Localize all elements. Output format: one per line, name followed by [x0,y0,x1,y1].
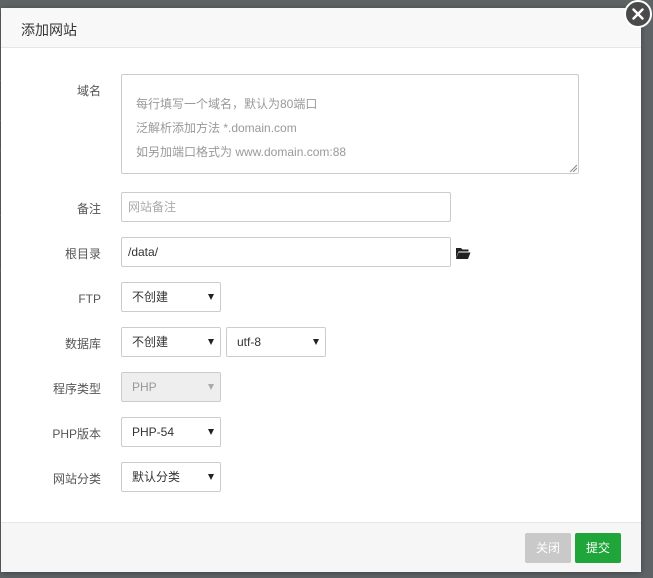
domain-placeholder-line-2: 泛解析添加方法 *.domain.com [136,121,297,135]
domain-placeholder-line-3: 如另加端口格式为 www.domain.com:88 [136,145,347,159]
caret-down-icon [208,429,214,435]
dialog-title: 添加网站 [21,22,77,38]
root-dir-input[interactable]: /data/ [121,237,451,267]
close-icon [632,8,644,20]
caret-down-icon [208,339,214,345]
folder-open-icon[interactable] [455,246,471,260]
database-select-value: 不创建 [132,335,169,349]
php-version-select-value: PHP-54 [132,425,175,439]
ftp-label: FTP [78,292,101,306]
database-label: 数据库 [64,337,101,351]
caret-down-icon [313,339,319,345]
domain-placeholder-line-1: 每行填写一个域名，默认为80端口 [136,97,318,111]
php-version-label: PHP版本 [52,427,101,441]
submit-button[interactable]: 提交 [575,533,621,563]
caret-down-icon [208,384,214,390]
ftp-select[interactable]: 不创建 [121,282,221,312]
site-category-select-value: 默认分类 [132,470,181,484]
ftp-select-value: 不创建 [132,290,169,304]
database-select[interactable]: 不创建 [121,327,221,357]
add-site-dialog: 添加网站 域名 每行填写一个域名，默认为80端口 泛解析添加方法 *.domai… [1,8,641,572]
program-type-select: PHP [121,372,221,402]
domain-textarea[interactable]: 每行填写一个域名，默认为80端口 泛解析添加方法 *.domain.com 如另… [121,74,579,174]
caret-down-icon [208,474,214,480]
dialog-header: 添加网站 [1,8,641,48]
dialog-footer: 关闭 提交 [1,522,641,572]
close-dialog-button[interactable] [624,0,652,28]
resize-handle-icon[interactable] [569,164,577,172]
root-dir-label: 根目录 [64,247,101,261]
remark-input[interactable]: 网站备注 [121,192,451,222]
charset-select[interactable]: utf-8 [226,327,326,357]
site-category-select[interactable]: 默认分类 [121,462,221,492]
program-type-select-value: PHP [132,380,157,394]
program-type-label: 程序类型 [52,382,101,396]
charset-select-value: utf-8 [237,335,262,349]
site-category-label: 网站分类 [52,472,101,486]
caret-down-icon [208,294,214,300]
domain-label: 域名 [76,84,101,98]
remark-label: 备注 [76,202,101,216]
php-version-select[interactable]: PHP-54 [121,417,221,447]
close-button[interactable]: 关闭 [525,533,571,563]
